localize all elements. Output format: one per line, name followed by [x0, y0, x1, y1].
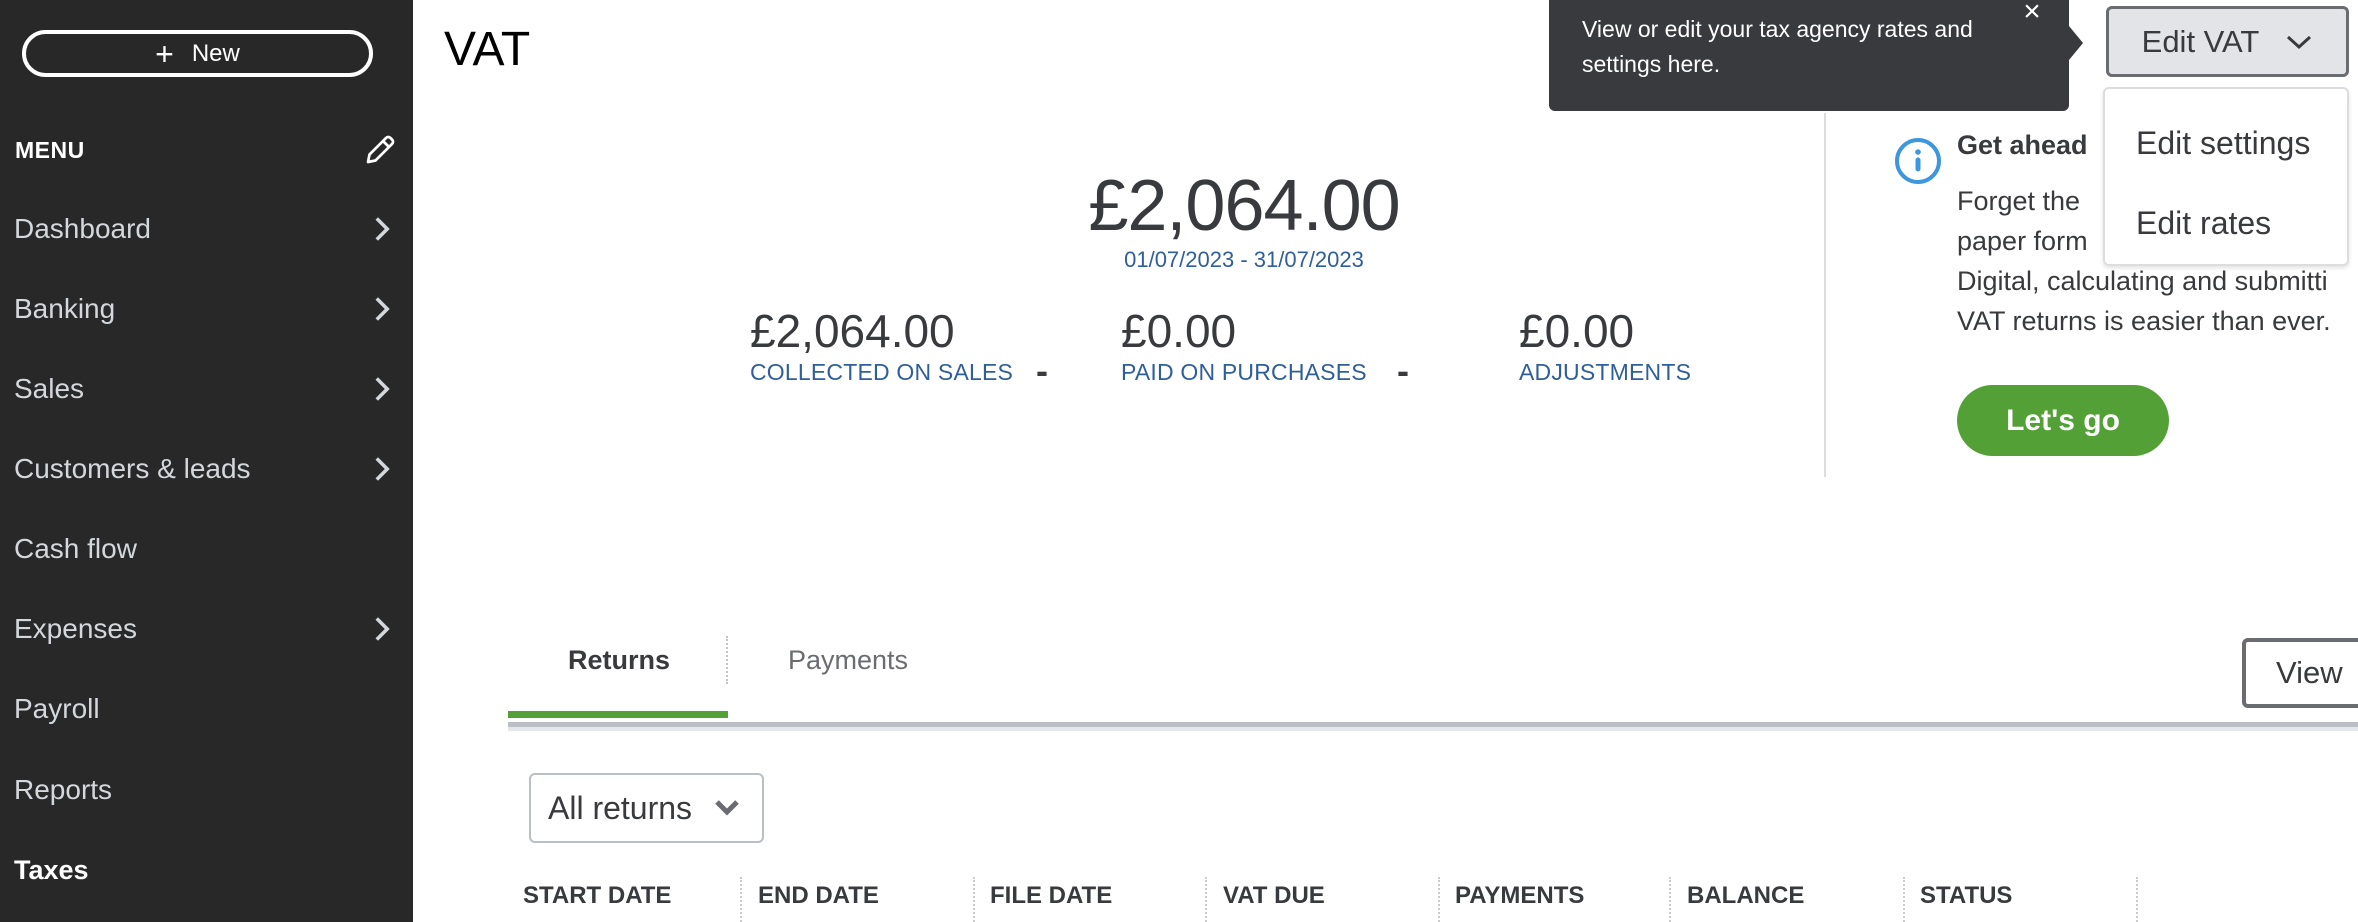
tab-separator — [726, 636, 728, 684]
chevron-right-icon — [375, 457, 390, 481]
column-header-payments[interactable]: PAYMENTS — [1455, 882, 1584, 910]
menu-label: MENU — [15, 136, 85, 163]
adjustments-amount: £0.00 — [1519, 305, 1635, 357]
sidebar-item-label: Banking — [14, 293, 116, 324]
page-title: VAT — [444, 23, 531, 76]
sidebar-item-dashboard[interactable]: Dashboard — [0, 199, 413, 259]
promo-text-line: VAT returns is easier than ever. — [1957, 306, 2331, 336]
chevron-right-icon — [375, 617, 390, 641]
paid-label[interactable]: PAID ON PURCHASES — [1121, 357, 1367, 387]
sidebar-item-taxes[interactable]: Taxes — [0, 840, 413, 900]
column-separator — [1903, 877, 1905, 922]
chevron-right-icon — [375, 217, 390, 241]
view-button[interactable]: View — [2242, 638, 2358, 708]
column-header-file-date[interactable]: FILE DATE — [990, 882, 1112, 910]
active-tab-indicator — [508, 711, 728, 718]
info-icon — [1895, 138, 1941, 184]
column-header-end-date[interactable]: END DATE — [758, 882, 879, 910]
tooltip-arrow — [2069, 26, 2083, 60]
lets-go-button[interactable]: Let's go — [1957, 385, 2169, 456]
column-separator — [973, 877, 975, 922]
pencil-icon[interactable] — [362, 132, 398, 168]
minus-sign: - — [1397, 350, 1409, 391]
promo-text-line: Forget the — [1957, 186, 2081, 216]
column-separator — [1205, 877, 1207, 922]
sidebar-item-label: Payroll — [14, 693, 100, 724]
adjustments: £0.00 ADJUSTMENTS — [1519, 305, 1691, 387]
column-header-status[interactable]: STATUS — [1920, 882, 2012, 910]
sidebar-item-label: Cash flow — [14, 533, 137, 564]
tab-returns[interactable]: Returns — [568, 640, 670, 680]
sidebar: + New MENU Dashboard Banking Sales Custo… — [0, 0, 413, 922]
sidebar-item-customers-leads[interactable]: Customers & leads — [0, 439, 413, 499]
sidebar-item-payroll[interactable]: Payroll — [0, 679, 413, 739]
promo-text-line: Digital, calculating and submitti — [1957, 266, 2328, 296]
menu-item-edit-settings[interactable]: Edit settings — [2105, 108, 2347, 178]
paid-amount: £0.00 — [1121, 305, 1237, 357]
sidebar-item-label: Taxes — [14, 854, 89, 885]
chevron-down-icon — [2287, 35, 2312, 49]
column-header-start-date[interactable]: START DATE — [523, 882, 671, 910]
chevron-right-icon — [375, 377, 390, 401]
column-separator — [1438, 877, 1440, 922]
vat-total-amount: £2,064.00 — [1088, 166, 1400, 246]
sidebar-item-label: Sales — [14, 373, 85, 404]
menu-item-edit-rates[interactable]: Edit rates — [2105, 188, 2347, 258]
sidebar-item-label: Dashboard — [14, 213, 151, 244]
promo-title: Get ahead — [1957, 130, 2088, 160]
promo-text-line: paper form — [1957, 226, 2088, 256]
edit-vat-tooltip: View or edit your tax agency rates and s… — [1549, 0, 2083, 111]
plus-icon: + — [155, 35, 174, 72]
close-icon[interactable]: × — [2016, 0, 2048, 30]
new-button[interactable]: + New — [22, 30, 373, 77]
sidebar-item-sales[interactable]: Sales — [0, 359, 413, 419]
vat-period-range[interactable]: 01/07/2023 - 31/07/2023 — [994, 247, 1494, 273]
column-separator — [740, 877, 742, 922]
column-header-balance[interactable]: BALANCE — [1687, 882, 1804, 910]
minus-sign: - — [1036, 350, 1048, 391]
sidebar-item-banking[interactable]: Banking — [0, 279, 413, 339]
edit-vat-button[interactable]: Edit VAT — [2106, 6, 2349, 77]
tooltip-text: View or edit your tax agency rates and s… — [1582, 16, 1973, 77]
vertical-divider — [1824, 113, 1826, 477]
sidebar-item-label: Customers & leads — [14, 453, 251, 484]
new-button-label: New — [191, 39, 240, 67]
column-separator — [2136, 877, 2138, 922]
column-header-vat-due[interactable]: VAT DUE — [1223, 882, 1325, 910]
collected-label[interactable]: COLLECTED ON SALES — [750, 357, 1013, 387]
column-separator — [1669, 877, 1671, 922]
chevron-down-icon — [715, 800, 739, 816]
chevron-right-icon — [375, 297, 390, 321]
sidebar-item-reports[interactable]: Reports — [0, 760, 413, 820]
collected-on-sales: £2,064.00 COLLECTED ON SALES — [750, 305, 1013, 387]
adjustments-label[interactable]: ADJUSTMENTS — [1519, 357, 1691, 387]
edit-vat-menu: Edit settings Edit rates — [2103, 87, 2349, 266]
collected-amount: £2,064.00 — [750, 305, 955, 357]
tab-bar-rule-shadow — [508, 727, 2358, 731]
sidebar-item-expenses[interactable]: Expenses — [0, 599, 413, 659]
tab-payments[interactable]: Payments — [788, 640, 908, 680]
sidebar-item-label: Expenses — [14, 613, 137, 644]
edit-vat-label: Edit VAT — [2141, 23, 2260, 59]
sidebar-item-cash-flow[interactable]: Cash flow — [0, 519, 413, 579]
filter-selected-value: All returns — [548, 789, 693, 826]
returns-filter-select[interactable]: All returns — [529, 773, 764, 843]
menu-header: MENU — [15, 134, 398, 166]
paid-on-purchases: £0.00 PAID ON PURCHASES — [1121, 305, 1367, 387]
sidebar-item-label: Reports — [14, 774, 113, 805]
